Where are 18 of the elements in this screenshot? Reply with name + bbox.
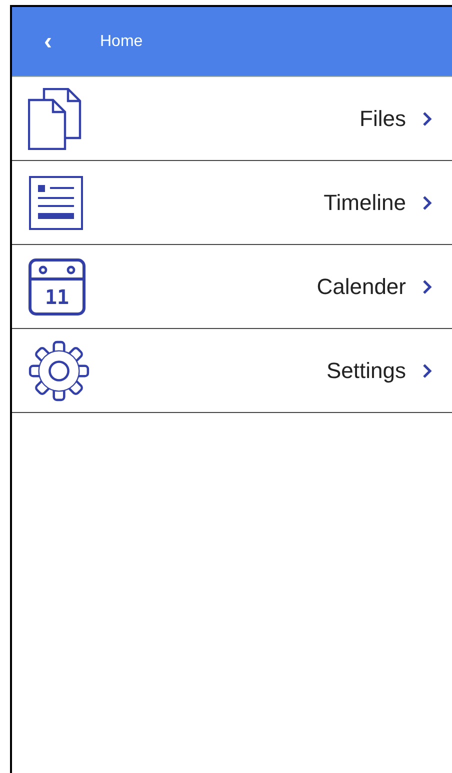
menu-label: Settings — [326, 357, 406, 385]
menu-label: Calender — [316, 273, 406, 301]
chevron-icon — [422, 110, 432, 126]
chevron-icon — [422, 194, 432, 210]
menu-item[interactable]: Settings — [12, 329, 452, 413]
page-title: Home — [100, 32, 143, 52]
gear-icon — [28, 340, 90, 402]
menu-label: Files — [360, 105, 406, 133]
back-button[interactable]: ‹ — [44, 30, 52, 54]
chevron-icon — [422, 362, 432, 378]
menu-item[interactable]: 11 Calender — [12, 245, 452, 329]
document-lines-icon — [28, 174, 84, 230]
menu-label: Timeline — [324, 189, 406, 217]
menu-item[interactable]: Files — [12, 77, 452, 161]
menu-item[interactable]: Timeline — [12, 161, 452, 245]
chevron-icon — [422, 278, 432, 294]
calendar-icon: 11 — [28, 258, 86, 316]
documents-icon — [28, 88, 82, 150]
